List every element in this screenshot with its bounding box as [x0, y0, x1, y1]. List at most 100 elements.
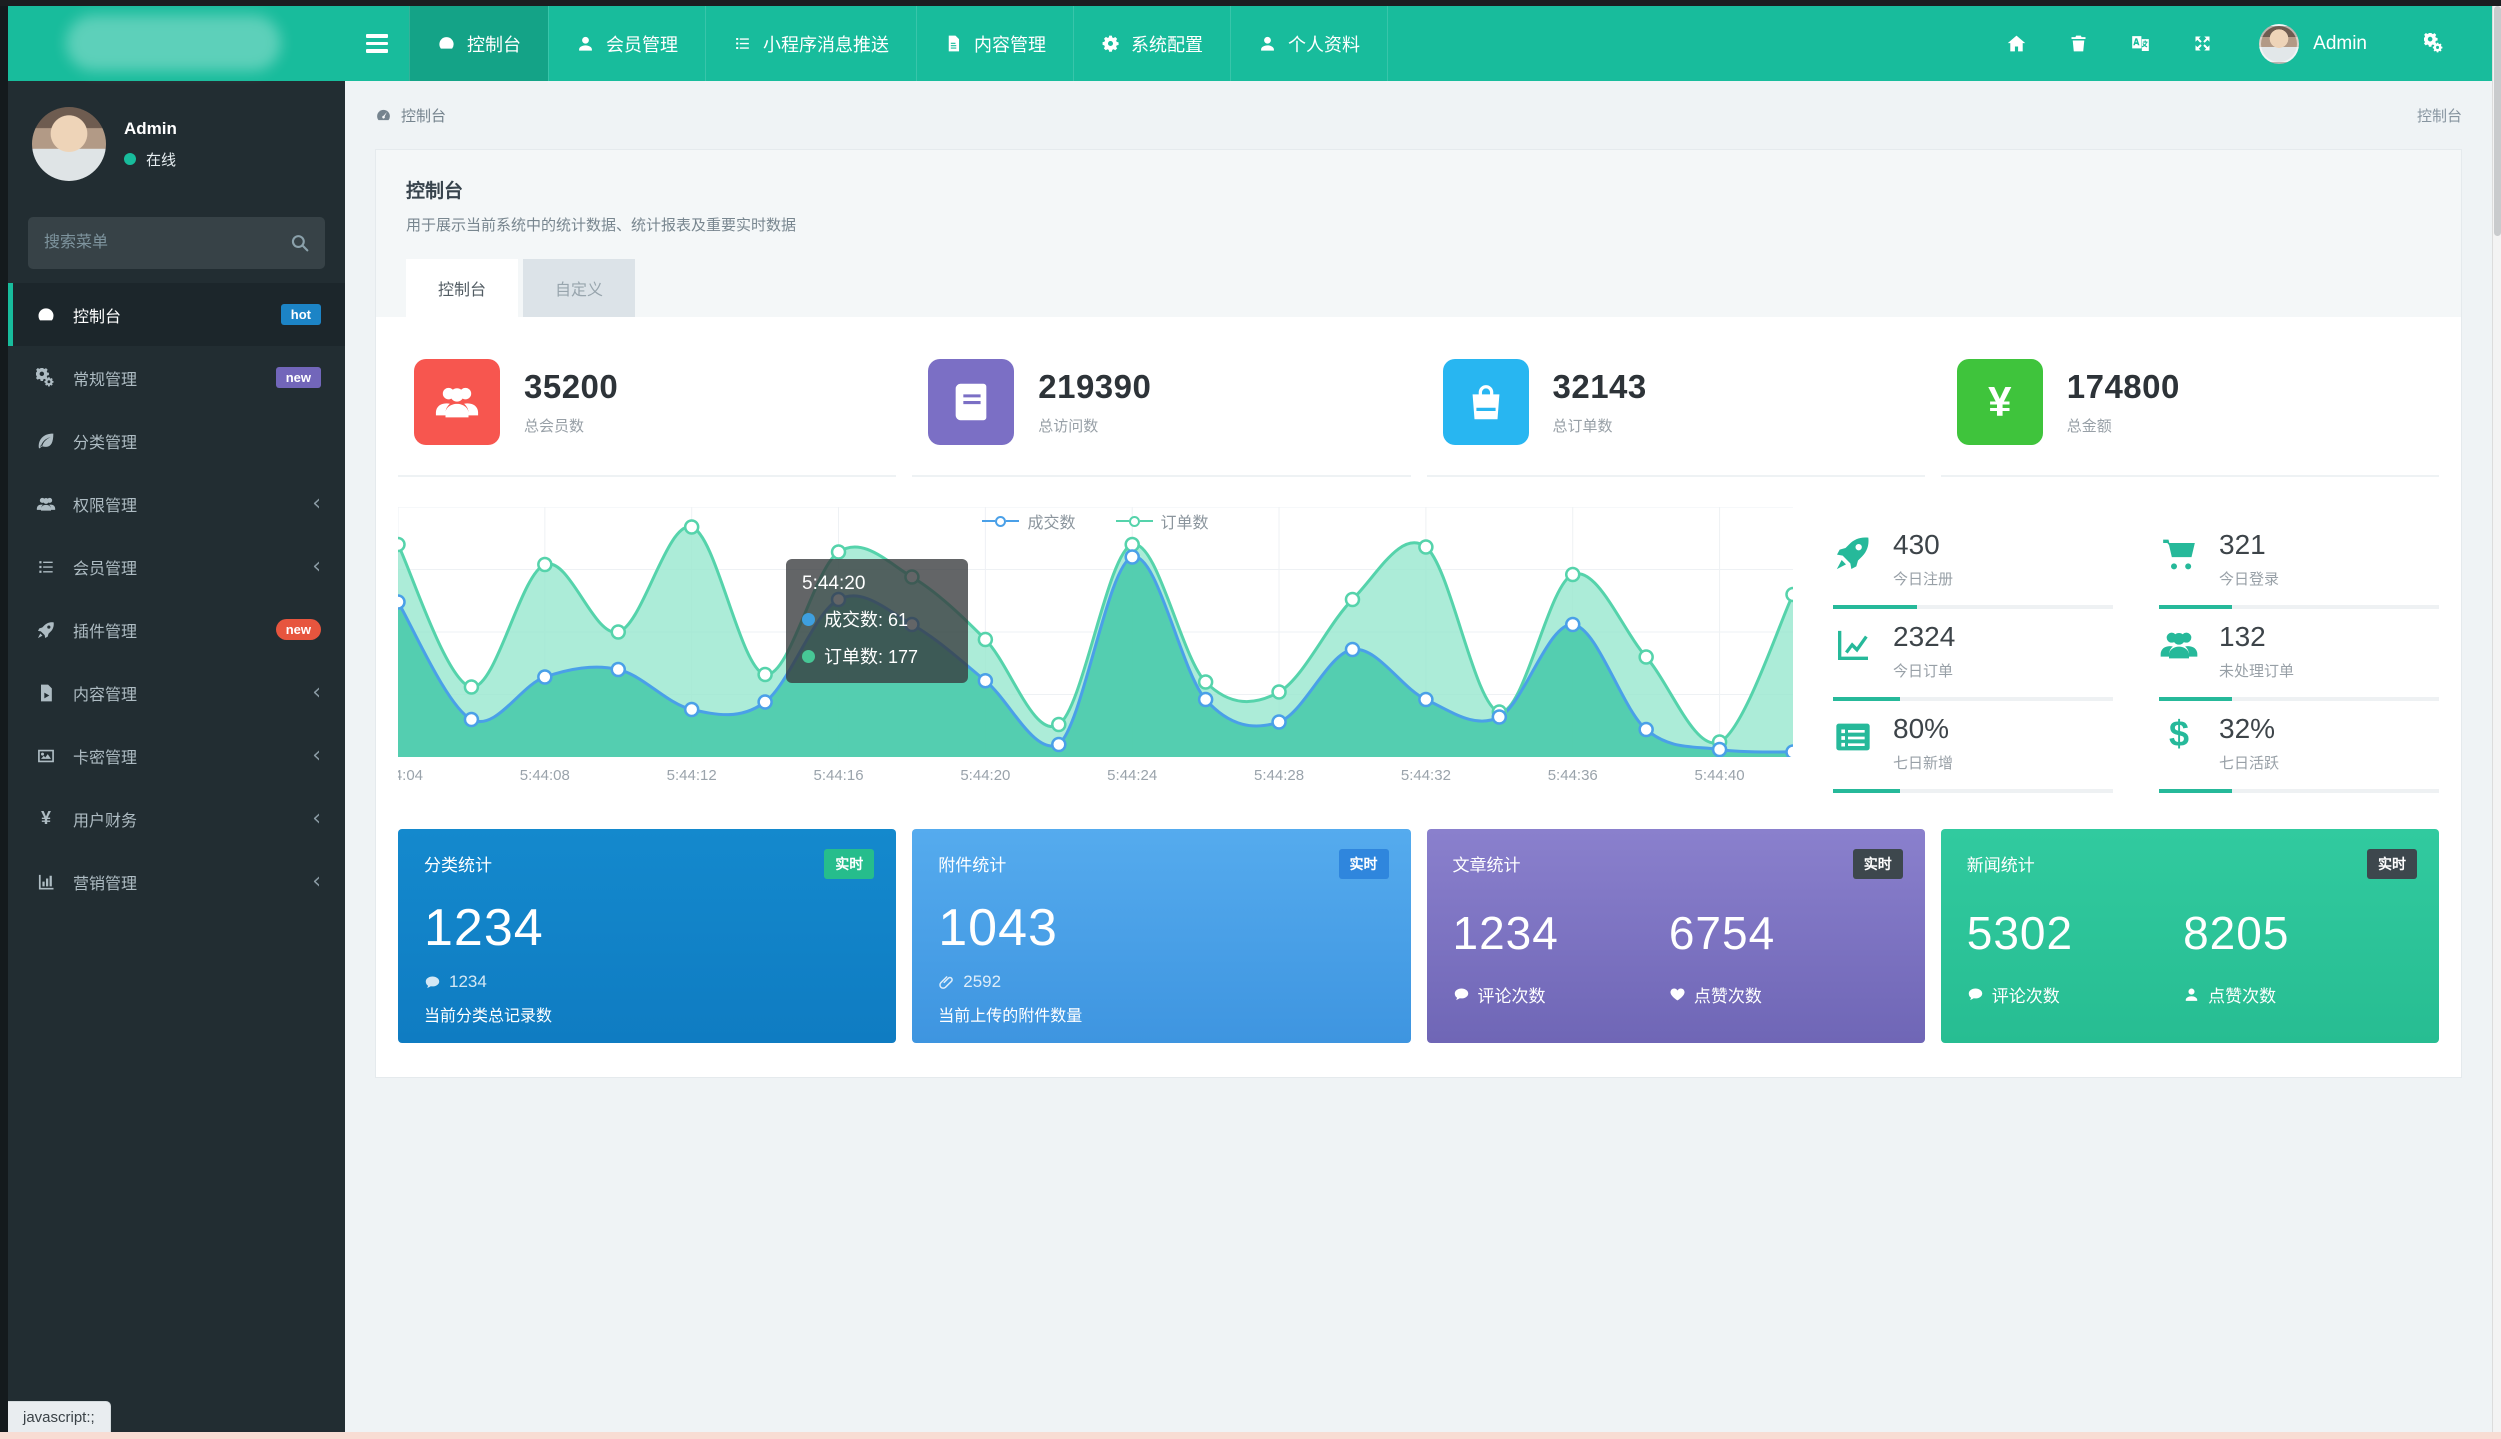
chevron-left-icon: ‹ — [312, 493, 321, 515]
stat-7day-new: 80% 七日新增 — [1833, 701, 2113, 793]
card-title: 新闻统计 — [1967, 851, 2413, 876]
fullscreen-button[interactable] — [2171, 33, 2233, 54]
side-stat-progress-fill — [1833, 789, 1900, 793]
sidebar-avatar[interactable] — [32, 107, 106, 181]
tooltip-time: 5:44:20 — [802, 573, 952, 595]
sidebar-item-general[interactable]: 常规管理 new — [8, 346, 345, 409]
col-value: 8205 — [2183, 906, 2289, 960]
settings-button[interactable] — [2403, 33, 2465, 54]
traffic-chart[interactable]: 成交数 订单数 5:44:045:44:085:44:125:44:165:44… — [398, 507, 1793, 793]
sidebar-item-label: 用户财务 — [73, 807, 137, 831]
sidebar-toggle-button[interactable] — [345, 6, 409, 81]
col-label: 点赞次数 — [2208, 982, 2276, 1007]
page-scrollbar[interactable] — [2492, 6, 2501, 1432]
card-attachment-stats: 附件统计 实时 1043 2592 当前上传的附件数量 — [912, 829, 1410, 1043]
x-tick-label: 5:44:04 — [398, 767, 423, 784]
comment-icon — [424, 974, 441, 991]
file-icon — [944, 34, 963, 53]
list-icon — [36, 557, 56, 577]
list-alt-icon — [1833, 717, 1873, 757]
card-sub: 2592 — [938, 972, 1384, 992]
sidebar-item-addon[interactable]: 插件管理 new — [8, 598, 345, 661]
x-tick-label: 5:44:12 — [667, 767, 717, 784]
sidebar-item-label: 常规管理 — [73, 366, 137, 390]
trash-icon — [2068, 33, 2089, 54]
navbar-username[interactable]: Admin — [2313, 33, 2367, 55]
scrollbar-thumb[interactable] — [2494, 6, 2501, 236]
nav-item-profile[interactable]: 个人资料 — [1230, 6, 1388, 81]
attachment-icon — [938, 974, 955, 991]
stat-unprocessed-orders: 132 未处理订单 — [2159, 609, 2439, 701]
sidebar-item-auth[interactable]: 权限管理 ‹ — [8, 472, 345, 535]
admin-dashboard: 控制台 会员管理 小程序消息推送 内容管理 系统配置 个人资料 — [0, 0, 2501, 1439]
card-value: 1043 — [938, 898, 1384, 958]
sidebar-item-content[interactable]: 内容管理 ‹ — [8, 661, 345, 724]
sidebar-username: Admin — [124, 119, 177, 139]
nav-item-members[interactable]: 会员管理 — [548, 6, 705, 81]
card-article-stats: 文章统计 实时 1234 评论次数 6754 点赞次数 — [1427, 829, 1925, 1043]
sidebar-item-category[interactable]: 分类管理 — [8, 409, 345, 472]
online-status-dot — [124, 153, 136, 165]
new-badge: new — [276, 367, 321, 388]
sidebar-item-marketing[interactable]: 营销管理 ‹ — [8, 850, 345, 913]
dashboard-icon — [437, 34, 456, 53]
language-button[interactable] — [2109, 33, 2171, 54]
sidebar-item-finance[interactable]: ¥ 用户财务 ‹ — [8, 787, 345, 850]
new-badge: new — [276, 619, 321, 640]
tab-custom[interactable]: 自定义 — [523, 259, 635, 317]
window-top-edge — [0, 0, 2501, 6]
user-icon — [1258, 34, 1277, 53]
nav-item-system-config[interactable]: 系统配置 — [1073, 6, 1230, 81]
tab-dashboard[interactable]: 控制台 — [406, 259, 518, 317]
online-status-label: 在线 — [146, 149, 176, 170]
stat-value: 80% — [1893, 713, 1953, 745]
breadcrumb-current[interactable]: 控制台 — [401, 105, 446, 126]
stat-today-logins: 321 今日登录 — [2159, 517, 2439, 609]
nav-item-miniprogram-push[interactable]: 小程序消息推送 — [705, 6, 916, 81]
stat-value: 35200 — [524, 368, 618, 406]
navbar-avatar[interactable] — [2259, 24, 2299, 64]
nav-item-dashboard[interactable]: 控制台 — [409, 6, 548, 81]
menu-search-input[interactable] — [28, 217, 325, 269]
nav-item-label: 控制台 — [467, 31, 521, 57]
sidebar-item-dashboard[interactable]: 控制台 hot — [8, 283, 345, 346]
nav-item-content[interactable]: 内容管理 — [916, 6, 1073, 81]
stat-label: 总会员数 — [524, 415, 618, 436]
window-bottom-edge — [0, 1432, 2501, 1439]
sidebar-item-label: 会员管理 — [73, 555, 137, 579]
logo-blob — [66, 15, 281, 71]
tooltip-row-orders: 订单数: 177 — [802, 643, 952, 669]
x-tick-label: 5:44:08 — [520, 767, 570, 784]
comment-icon — [1453, 986, 1470, 1003]
x-tick-label: 5:44:20 — [960, 767, 1010, 784]
stat-7day-active: $ 32% 七日活跃 — [2159, 701, 2439, 793]
card-category-stats: 分类统计 实时 1234 1234 当前分类总记录数 — [398, 829, 896, 1043]
col-value: 6754 — [1669, 906, 1775, 960]
users-icon — [36, 494, 56, 514]
sidebar-item-member[interactable]: 会员管理 ‹ — [8, 535, 345, 598]
realtime-badge: 实时 — [1853, 849, 1903, 879]
sidebar-item-label: 权限管理 — [73, 492, 137, 516]
card-sub-value: 2592 — [963, 972, 1001, 992]
breadcrumb: 控制台 控制台 — [345, 81, 2492, 149]
tooltip-row-deals: 成交数: 61 — [802, 606, 952, 632]
legend-item-orders[interactable]: 订单数 — [1116, 509, 1209, 533]
x-tick-label: 5:44:24 — [1107, 767, 1157, 784]
clear-cache-button[interactable] — [2047, 33, 2109, 54]
sidebar-search — [28, 217, 325, 269]
panel-tabs: 控制台 自定义 — [406, 259, 2431, 317]
legend-item-deals[interactable]: 成交数 — [982, 509, 1075, 533]
panel-body: 35200 总会员数 219390 总访问数 — [376, 317, 2461, 1077]
x-tick-label: 5:44:40 — [1695, 767, 1745, 784]
traffic-chart-svg — [398, 507, 1793, 757]
chart-section: 成交数 订单数 5:44:045:44:085:44:125:44:165:44… — [398, 507, 2439, 793]
sidebar-item-cardkey[interactable]: 卡密管理 ‹ — [8, 724, 345, 787]
stat-label: 七日活跃 — [2219, 752, 2279, 773]
line-chart-icon — [1833, 625, 1873, 665]
brand-logo[interactable] — [8, 6, 345, 81]
stat-value: 132 — [2219, 621, 2294, 653]
home-button[interactable] — [1985, 33, 2047, 54]
stat-label: 今日登录 — [2219, 568, 2279, 589]
book-icon — [928, 359, 1014, 445]
sidebar-user-status: 在线 — [124, 149, 177, 170]
